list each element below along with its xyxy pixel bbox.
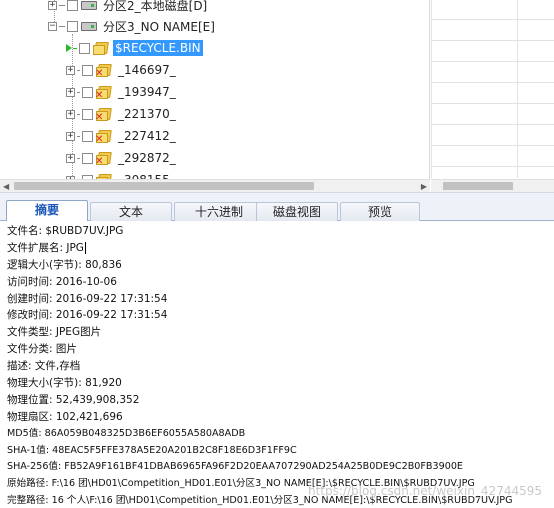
tree-checkbox[interactable] [82, 152, 93, 164]
tree-item-label: _292872_ [118, 151, 176, 165]
grid-line [431, 145, 554, 146]
tree-item-label: 分区3_NO NAME[E] [103, 19, 215, 34]
tree-connector [77, 91, 80, 93]
sha1-hash: SHA-1值: 48EAC5F5FFE378A5E20A201B2C8F18E6… [7, 444, 297, 456]
created-time: 创建时间: 2016-09-22 17:31:54 [7, 292, 168, 305]
accessed-time: 访问时间: 2016-10-06 [7, 275, 117, 288]
physical-location: 物理位置: 52,439,908,352 [7, 393, 140, 406]
tab-hex[interactable]: 十六进制 [174, 202, 264, 222]
expand-toggle[interactable]: + [66, 65, 75, 75]
expand-toggle[interactable]: + [48, 0, 57, 10]
grid-line [517, 0, 518, 178]
scrollbar-thumb[interactable] [443, 182, 513, 190]
file-category: 文件分类: 图片 [7, 343, 77, 356]
folder-icon [93, 41, 109, 55]
tab-summary[interactable]: 摘要 [6, 200, 88, 223]
file-list-panel[interactable] [431, 0, 554, 192]
tab-disk-view[interactable]: 磁盘视图 [256, 202, 338, 222]
tree-item-folder[interactable]: + ✕ _227412_ [66, 125, 178, 147]
grid-line [431, 40, 554, 41]
deleted-folder-icon: ✕ [95, 107, 112, 123]
modified-time: 修改时间: 2016-09-22 17:31:54 [7, 309, 168, 322]
tree-checkbox[interactable] [82, 64, 93, 76]
file-name: 文件名: $RUBD7UV.JPG [7, 225, 124, 237]
expand-toggle[interactable]: + [66, 153, 75, 163]
tree-checkbox[interactable] [82, 130, 93, 142]
tree-connector [77, 157, 80, 159]
grid-line [431, 124, 554, 125]
tree-item-recycle-bin[interactable]: $RECYCLE.BIN [66, 37, 203, 59]
deleted-folder-icon: ✕ [95, 151, 112, 167]
collapse-toggle[interactable]: − [48, 21, 57, 31]
grid-line [431, 166, 554, 167]
tree-item-label: _193947_ [118, 85, 176, 99]
tree-horizontal-scrollbar[interactable]: ◀ ▶ [0, 179, 430, 192]
logical-size: 逻辑大小(字节): 80,836 [7, 258, 122, 271]
text-caret [84, 241, 86, 254]
tree-item-partition-e[interactable]: − 分区3_NO NAME[E] [48, 15, 217, 37]
tree-checkbox[interactable] [67, 0, 78, 11]
tree-item-label: 分区2_本地磁盘[D] [103, 0, 208, 13]
tree-item-label: $RECYCLE.BIN [113, 40, 203, 56]
drive-icon [81, 0, 97, 10]
deleted-folder-icon: ✕ [95, 85, 112, 101]
list-horizontal-scrollbar[interactable] [431, 179, 554, 192]
deleted-folder-icon: ✕ [95, 129, 112, 145]
tab-text[interactable]: 文本 [90, 202, 172, 222]
file-extension-text: 文件扩展名: JPG [7, 241, 84, 254]
tree-connector [59, 4, 65, 6]
deleted-folder-icon: ✕ [95, 63, 112, 79]
evidence-tree-panel: + 分区2_本地磁盘[D] − 分区3_NO NAME[E] $RECYCLE.… [0, 0, 430, 192]
tree-connector [77, 113, 80, 115]
tree-connector [77, 135, 80, 137]
scroll-right-icon[interactable]: ▶ [421, 182, 427, 191]
summary-panel[interactable]: 文件名: $RUBD7UV.JPG 文件扩展名: JPG 逻辑大小(字节): 8… [0, 221, 554, 508]
expand-toggle[interactable]: + [66, 87, 75, 97]
tree-checkbox[interactable] [67, 20, 78, 32]
grid-line [431, 61, 554, 62]
tree-connector [59, 25, 65, 27]
sha256-hash: SHA-256值: FB52A9F161BF41DBAB6965FA96F2D2… [7, 461, 463, 473]
physical-sector: 物理扇区: 102,421,696 [7, 410, 123, 423]
scroll-left-icon[interactable]: ◀ [3, 182, 9, 191]
expand-toggle[interactable]: + [66, 131, 75, 141]
md5-hash: MD5值: 86A059B048325D3B6EF6055A580A8ADB [7, 427, 246, 439]
tree-connector [73, 47, 77, 49]
tree-item-label: _221370_ [118, 107, 176, 121]
tree-item-partition-d[interactable]: + 分区2_本地磁盘[D] [48, 0, 209, 16]
detail-tab-bar: 摘要 文本 十六进制 磁盘视图 预览 [0, 192, 554, 223]
tree-connector [77, 69, 80, 71]
tree-item-folder[interactable]: + ✕ _221370_ [66, 103, 178, 125]
tree-item-folder[interactable]: + ✕ _292872_ [66, 147, 178, 169]
file-extension: 文件扩展名: JPG [7, 240, 554, 257]
tree-item-folder[interactable]: + ✕ _193947_ [66, 81, 178, 103]
file-type: 文件类型: JPEG图片 [7, 326, 102, 339]
grid-line [431, 19, 554, 20]
tree-checkbox[interactable] [82, 108, 93, 120]
tree-item-folder[interactable]: + ✕ _146697_ [66, 59, 178, 81]
tree-item-label: _146697_ [118, 63, 176, 77]
grid-line [431, 82, 554, 83]
watermark: https://blog.csdn.net/weixin_42744595 [307, 484, 542, 498]
current-item-arrow-icon [66, 44, 72, 52]
drive-icon [81, 21, 97, 31]
tree-checkbox[interactable] [79, 42, 90, 54]
tree-item-label: _227412_ [118, 129, 176, 143]
physical-size: 物理大小(字节): 81,920 [7, 377, 122, 390]
tab-preview[interactable]: 预览 [340, 202, 420, 222]
file-description: 描述: 文件,存档 [7, 360, 81, 373]
expand-toggle[interactable]: + [66, 109, 75, 119]
grid-line [431, 103, 554, 104]
scrollbar-thumb[interactable] [14, 182, 314, 190]
grid-line [431, 0, 432, 178]
tree-checkbox[interactable] [82, 86, 93, 98]
